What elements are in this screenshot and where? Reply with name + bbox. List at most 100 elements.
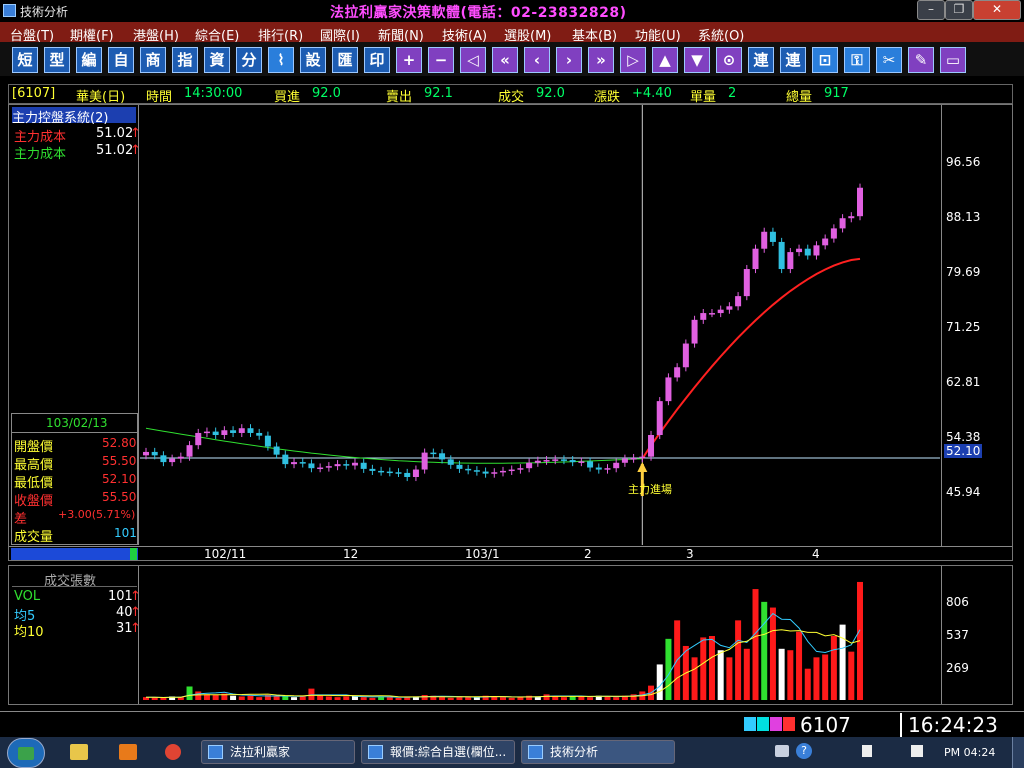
volume-bar: [508, 697, 515, 700]
status-color-block: [783, 717, 795, 731]
down-icon[interactable]: ▼: [684, 47, 710, 73]
volume-bar: [691, 657, 698, 700]
restore-button[interactable]: ❐: [945, 0, 973, 20]
candle-body: [700, 313, 707, 320]
explorer-icon[interactable]: [70, 744, 88, 760]
toolbar-button-settings[interactable]: 設: [300, 47, 326, 73]
indicator-label: 主力成本: [14, 147, 67, 162]
chrome-icon[interactable]: [165, 744, 181, 760]
toolbar-button-custom[interactable]: 自: [108, 47, 134, 73]
volume-bar: [439, 697, 446, 700]
rewind-icon[interactable]: «: [492, 47, 518, 73]
candle-body: [291, 462, 298, 465]
volume-bar: [717, 650, 724, 700]
help-icon[interactable]: ?: [796, 743, 812, 759]
candle-body: [857, 187, 863, 217]
volume-value: 101: [114, 526, 137, 540]
flag-icon[interactable]: [862, 745, 872, 757]
candle-body: [534, 460, 541, 463]
candle-body: [186, 445, 193, 457]
taskbar-task[interactable]: 法拉利贏家: [201, 740, 355, 764]
toolbar-button-export[interactable]: 匯: [332, 47, 358, 73]
candle-body: [787, 252, 794, 270]
volume-bar: [360, 697, 367, 700]
price-axis-label: 54.38: [946, 430, 981, 444]
zoom-out-icon[interactable]: −: [428, 47, 454, 73]
chart-icon[interactable]: ⌇: [268, 47, 294, 73]
candle-body: [308, 463, 315, 469]
volume-bar: [456, 697, 463, 700]
screen-icon[interactable]: ▭: [940, 47, 966, 73]
volume-bar: [282, 696, 289, 700]
volume-bar: [708, 636, 715, 700]
toolbar-button-short[interactable]: 短: [12, 47, 38, 73]
esc-icon[interactable]: ⊙: [716, 47, 742, 73]
lock-icon[interactable]: ⚿: [844, 47, 870, 73]
volume-bar: [447, 697, 454, 700]
toolbar-button-print[interactable]: 印: [364, 47, 390, 73]
volume-bar: [334, 697, 341, 700]
first-icon[interactable]: ◁: [460, 47, 486, 73]
toolbar-button-link-2[interactable]: 連: [780, 47, 806, 73]
app-window-icon: [528, 745, 543, 759]
last-icon[interactable]: ▷: [620, 47, 646, 73]
progress-end: [130, 548, 137, 560]
volume-bar: [752, 589, 759, 700]
price-chart[interactable]: [140, 105, 940, 545]
toolbar-button-data[interactable]: 資: [204, 47, 230, 73]
toolbar-button-index[interactable]: 指: [172, 47, 198, 73]
prev-icon[interactable]: ‹: [524, 47, 550, 73]
volume-chart[interactable]: [140, 567, 940, 703]
start-button[interactable]: [7, 738, 45, 768]
indicator-name[interactable]: 主力控盤系統(2): [12, 107, 136, 126]
windows-logo-icon: [18, 747, 34, 760]
keyboard-icon[interactable]: [775, 745, 789, 757]
open-value: 52.80: [102, 436, 137, 450]
tools-icon[interactable]: ✂: [876, 47, 902, 73]
candle-body: [378, 470, 385, 473]
toolbar-button-commodity[interactable]: 商: [140, 47, 166, 73]
taskbar-task[interactable]: 技術分析: [521, 740, 675, 764]
candle-body: [526, 462, 533, 469]
app-window-icon: [368, 745, 383, 759]
price-axis-label: 62.81: [946, 375, 981, 389]
price-axis-label: 71.25: [946, 320, 981, 334]
volume-bar: [317, 695, 324, 700]
time-value: 14:30:00: [184, 86, 243, 101]
forward-icon[interactable]: »: [588, 47, 614, 73]
window-icon[interactable]: ⊡: [812, 47, 838, 73]
toolbar-button-edit[interactable]: 編: [76, 47, 102, 73]
zoom-in-icon[interactable]: +: [396, 47, 422, 73]
toolbar-button-link[interactable]: 連: [748, 47, 774, 73]
show-desktop-button[interactable]: [1012, 737, 1024, 768]
volume-icon[interactable]: [911, 745, 923, 757]
close-label: 收盤價: [14, 494, 54, 509]
volume-axis-label: 806: [946, 595, 969, 609]
toolbar-button-minute[interactable]: 分: [236, 47, 262, 73]
candle-body: [656, 401, 663, 435]
minimize-button[interactable]: –: [917, 0, 945, 20]
candle-body: [238, 428, 245, 433]
indicator-value: 51.02: [96, 143, 134, 158]
volume-bar: [665, 638, 672, 700]
date-axis-label: 4: [812, 547, 820, 561]
note-icon[interactable]: ✎: [908, 47, 934, 73]
candle-body: [412, 469, 419, 477]
volume-bar: [578, 696, 585, 700]
volume-bar: [700, 637, 707, 700]
close-button[interactable]: ✕: [973, 0, 1021, 20]
volume-bar: [238, 696, 245, 700]
candle-body: [395, 472, 402, 474]
next-icon[interactable]: ›: [556, 47, 582, 73]
up-icon[interactable]: ▲: [652, 47, 678, 73]
toolbar-button-pattern[interactable]: 型: [44, 47, 70, 73]
volume-bar: [604, 696, 611, 700]
candle-body: [404, 472, 411, 477]
candle-body: [674, 367, 681, 378]
media-player-icon[interactable]: [119, 744, 137, 760]
taskbar-task-label: 報價:綜合自選(欄位...: [390, 745, 507, 759]
taskbar-task[interactable]: 報價:綜合自選(欄位...: [361, 740, 515, 764]
volume-bar: [186, 686, 193, 700]
volume-bar: [395, 697, 402, 700]
volume-bar: [308, 688, 315, 700]
